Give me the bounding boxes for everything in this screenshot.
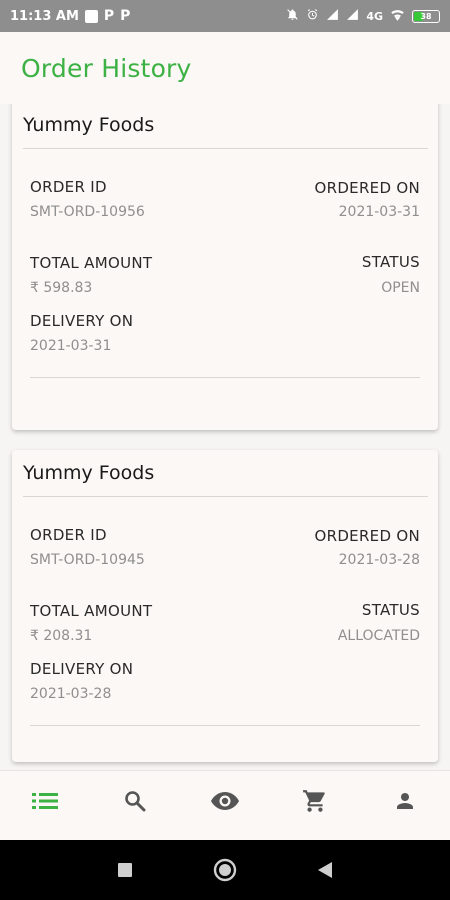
vendor-name: Yummy Foods bbox=[23, 114, 155, 136]
nav-cart[interactable] bbox=[285, 781, 345, 821]
total-amount-value: ₹ 598.83 bbox=[30, 280, 93, 296]
card-divider-bottom bbox=[30, 377, 420, 378]
bottom-nav bbox=[0, 770, 450, 840]
nav-search[interactable] bbox=[105, 781, 165, 821]
app-header: Order History bbox=[0, 32, 450, 104]
ordered-on-value: 2021-03-31 bbox=[338, 204, 420, 220]
network-type: 4G bbox=[366, 9, 383, 23]
nav-orders[interactable] bbox=[15, 781, 75, 821]
order-id-label: ORDER ID bbox=[30, 178, 107, 196]
signal-icon bbox=[326, 8, 339, 24]
square-icon bbox=[118, 863, 132, 877]
alarm-icon bbox=[306, 8, 319, 24]
total-amount-label: TOTAL AMOUNT bbox=[30, 254, 153, 272]
eye-icon bbox=[211, 791, 239, 810]
nav-watch[interactable] bbox=[195, 781, 255, 821]
status-right: 4G 38 bbox=[286, 8, 440, 24]
battery-icon: 38 bbox=[412, 9, 440, 23]
order-list[interactable]: Yummy Foods ORDER ID ORDERED ON SMT-ORD-… bbox=[0, 104, 450, 770]
mute-icon bbox=[286, 8, 299, 24]
status-left: 11:13 AM P P bbox=[10, 8, 130, 24]
paytm-icon: P bbox=[103, 8, 115, 24]
back-button[interactable] bbox=[310, 855, 340, 885]
status-time: 11:13 AM bbox=[10, 8, 79, 24]
order-card[interactable]: Yummy Foods ORDER ID ORDERED ON SMT-ORD-… bbox=[12, 104, 438, 430]
list-icon bbox=[32, 792, 58, 809]
order-id-value: SMT-ORD-10945 bbox=[30, 552, 145, 568]
order-id-value: SMT-ORD-10956 bbox=[30, 204, 145, 220]
person-icon bbox=[397, 792, 413, 809]
ordered-on-value: 2021-03-28 bbox=[338, 552, 420, 568]
wifi-icon bbox=[390, 8, 405, 24]
vendor-name: Yummy Foods bbox=[23, 462, 155, 484]
status-label: STATUS bbox=[361, 253, 420, 271]
order-card[interactable]: Yummy Foods ORDER ID ORDERED ON SMT-ORD-… bbox=[12, 450, 438, 762]
ordered-on-label: ORDERED ON bbox=[314, 179, 420, 197]
card-divider bbox=[23, 148, 428, 149]
triangle-back-icon bbox=[318, 862, 332, 878]
battery-level: 38 bbox=[420, 11, 432, 21]
system-nav-bar bbox=[0, 840, 450, 900]
recents-button[interactable] bbox=[110, 855, 140, 885]
delivery-on-label: DELIVERY ON bbox=[30, 660, 134, 678]
status-value: OPEN bbox=[381, 280, 420, 296]
total-amount-label: TOTAL AMOUNT bbox=[30, 602, 153, 620]
notification-icon bbox=[84, 9, 98, 23]
status-label: STATUS bbox=[361, 601, 420, 619]
delivery-on-label: DELIVERY ON bbox=[30, 312, 134, 330]
page-title: Order History bbox=[21, 53, 192, 83]
nav-profile[interactable] bbox=[375, 781, 435, 821]
signal-icon-2 bbox=[346, 8, 359, 24]
delivery-on-value: 2021-03-31 bbox=[30, 338, 112, 354]
cart-icon bbox=[303, 789, 325, 812]
status-value: ALLOCATED bbox=[337, 628, 420, 644]
paytm-icon-2: P bbox=[120, 8, 131, 24]
search-icon bbox=[125, 790, 146, 811]
ordered-on-label: ORDERED ON bbox=[314, 527, 420, 545]
status-bar: 11:13 AM P P 4G 38 bbox=[0, 0, 450, 32]
delivery-on-value: 2021-03-28 bbox=[30, 686, 112, 702]
card-divider-bottom bbox=[30, 725, 420, 726]
total-amount-value: ₹ 208.31 bbox=[30, 628, 93, 644]
card-divider bbox=[23, 496, 428, 497]
order-id-label: ORDER ID bbox=[30, 526, 107, 544]
home-button[interactable] bbox=[210, 855, 240, 885]
circle-icon bbox=[213, 858, 237, 882]
